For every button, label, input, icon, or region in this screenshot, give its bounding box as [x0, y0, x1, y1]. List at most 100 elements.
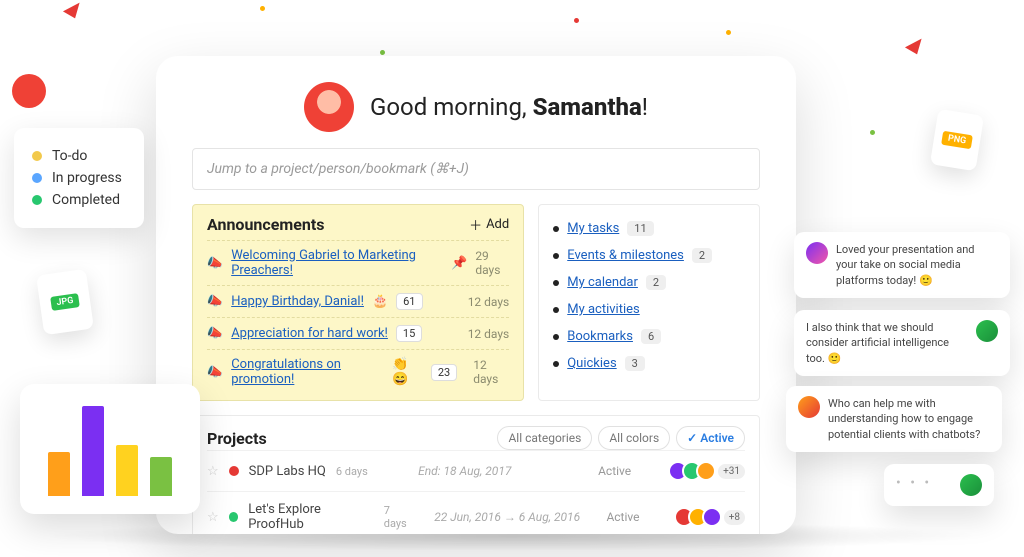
quicklink-label[interactable]: My calendar	[567, 275, 638, 290]
announcement-item[interactable]: 📣 Happy Birthday, Danial! 🎂 61 12 days	[207, 285, 509, 317]
filter-colors[interactable]: All colors	[598, 426, 670, 450]
file-type-label: JPG	[50, 293, 81, 311]
quicklink-count: 3	[625, 356, 645, 371]
bullet-icon	[553, 361, 559, 367]
quicklink-count: 6	[641, 329, 661, 344]
members-more: +8	[724, 510, 745, 525]
project-age: 6 days	[336, 465, 368, 478]
add-announcement-button[interactable]: ＋ Add	[469, 215, 509, 234]
file-badge-png: PNG	[930, 109, 984, 172]
quicklinks-panel: My tasks 11 Events & milestones 2 My cal…	[538, 204, 760, 401]
megaphone-icon: 📣	[207, 294, 223, 309]
announcement-age: 12 days	[468, 327, 510, 341]
bullet-icon	[553, 307, 559, 313]
filter-categories[interactable]: All categories	[497, 426, 592, 450]
project-name[interactable]: Let's Explore ProofHub	[248, 502, 374, 532]
quicklink-label[interactable]: Quickies	[567, 356, 616, 371]
chart-bar	[116, 445, 138, 496]
announcements-panel: Announcements ＋ Add 📣 Welcoming Gabriel …	[192, 204, 524, 401]
announcement-title[interactable]: Happy Birthday, Danial!	[231, 294, 364, 309]
avatar	[798, 396, 820, 418]
avatar	[12, 74, 46, 108]
search-input[interactable]: Jump to a project/person/bookmark (⌘+J)	[192, 148, 760, 190]
announcement-item[interactable]: 📣 Congratulations on promotion! 👏 😄 23 1…	[207, 349, 509, 394]
quicklink-count: 2	[646, 275, 666, 290]
chart-bar	[48, 452, 70, 496]
quicklink-label[interactable]: Events & milestones	[567, 248, 684, 263]
status-legend: To-do In progress Completed	[14, 128, 144, 228]
pin-icon: 📌	[451, 256, 467, 271]
quicklink-item[interactable]: My activities	[553, 296, 745, 323]
quicklink-label[interactable]: My tasks	[567, 221, 619, 236]
emoji-icon: 🎂	[372, 294, 388, 309]
legend-item: In progress	[32, 170, 122, 186]
greeting: Good morning, Samantha!	[370, 93, 648, 121]
projects-panel: Projects All categories All colors Activ…	[192, 415, 760, 534]
announcement-title[interactable]: Congratulations on promotion!	[231, 357, 384, 387]
star-icon[interactable]: ☆	[207, 464, 219, 479]
file-badge-jpg: JPG	[36, 269, 94, 335]
page-header: Good morning, Samantha!	[192, 82, 760, 132]
avatar	[806, 242, 828, 264]
announcement-age: 29 days	[475, 249, 509, 277]
chat-text: I also think that we should consider art…	[806, 320, 964, 366]
announcement-title[interactable]: Welcoming Gabriel to Marketing Preachers…	[231, 248, 435, 278]
greeting-prefix: Good morning,	[370, 93, 533, 121]
chat-message: Loved your presentation and your take on…	[794, 232, 1010, 298]
quicklink-count: 2	[692, 248, 712, 263]
file-type-label: PNG	[941, 131, 973, 150]
announcement-age: 12 days	[468, 295, 510, 309]
legend-item: To-do	[32, 148, 122, 164]
quicklink-item[interactable]: Quickies 3	[553, 350, 745, 377]
announcement-title[interactable]: Appreciation for hard work!	[231, 326, 388, 341]
project-status: Active	[598, 464, 658, 478]
bullet-icon	[553, 226, 559, 232]
project-members[interactable]: +31	[668, 461, 745, 481]
legend-label: Completed	[52, 192, 120, 208]
chart-bar	[82, 406, 104, 496]
quicklink-item[interactable]: My tasks 11	[553, 215, 745, 242]
user-avatar[interactable]	[304, 82, 354, 132]
plus-icon: ＋	[469, 215, 482, 234]
project-dates: End: 18 Aug, 2017	[418, 464, 588, 478]
announcements-title: Announcements	[207, 215, 324, 234]
project-row[interactable]: ☆ SDP Labs HQ 6 days End: 18 Aug, 2017 A…	[207, 450, 745, 491]
legend-label: In progress	[52, 170, 122, 186]
quicklink-count: 11	[627, 221, 653, 236]
filter-active[interactable]: Active	[676, 426, 745, 450]
add-label: Add	[486, 217, 509, 232]
project-row[interactable]: ☆ Let's Explore ProofHub 7 days 22 Jun, …	[207, 491, 745, 534]
greeting-name: Samantha	[533, 93, 642, 121]
avatar	[960, 474, 982, 496]
avatar	[976, 320, 998, 342]
quicklink-item[interactable]: Bookmarks 6	[553, 323, 745, 350]
star-icon[interactable]: ☆	[207, 510, 219, 525]
announcement-item[interactable]: 📣 Welcoming Gabriel to Marketing Preache…	[207, 240, 509, 285]
quicklink-label[interactable]: My activities	[567, 302, 640, 317]
chart-bar	[150, 457, 172, 496]
quicklink-item[interactable]: My calendar 2	[553, 269, 745, 296]
search-placeholder: Jump to a project/person/bookmark (⌘+J)	[207, 161, 469, 177]
chat-typing: • • •	[884, 464, 994, 506]
project-dates: 22 Jun, 2016 → 6 Aug, 2016	[434, 510, 596, 524]
announcement-item[interactable]: 📣 Appreciation for hard work! 15 12 days	[207, 317, 509, 349]
bullet-icon	[553, 253, 559, 259]
quicklink-label[interactable]: Bookmarks	[567, 329, 633, 344]
megaphone-icon: 📣	[207, 365, 223, 380]
chat-message: Who can help me with understanding how t…	[786, 386, 1002, 452]
project-members[interactable]: +8	[674, 507, 745, 527]
bullet-icon	[553, 280, 559, 286]
greeting-suffix: !	[642, 93, 648, 121]
megaphone-icon: 📣	[207, 256, 223, 271]
announcement-age: 12 days	[473, 358, 509, 386]
bar-chart	[20, 384, 200, 514]
legend-label: To-do	[52, 148, 87, 164]
quicklink-item[interactable]: Events & milestones 2	[553, 242, 745, 269]
chat-text: Who can help me with understanding how t…	[828, 396, 990, 442]
project-name[interactable]: SDP Labs HQ	[249, 464, 326, 479]
reaction-count: 61	[396, 293, 422, 310]
legend-item: Completed	[32, 192, 122, 208]
reaction-count: 23	[431, 364, 457, 381]
chat-message: I also think that we should consider art…	[794, 310, 1010, 376]
emoji-icon: 👏 😄	[392, 357, 423, 387]
